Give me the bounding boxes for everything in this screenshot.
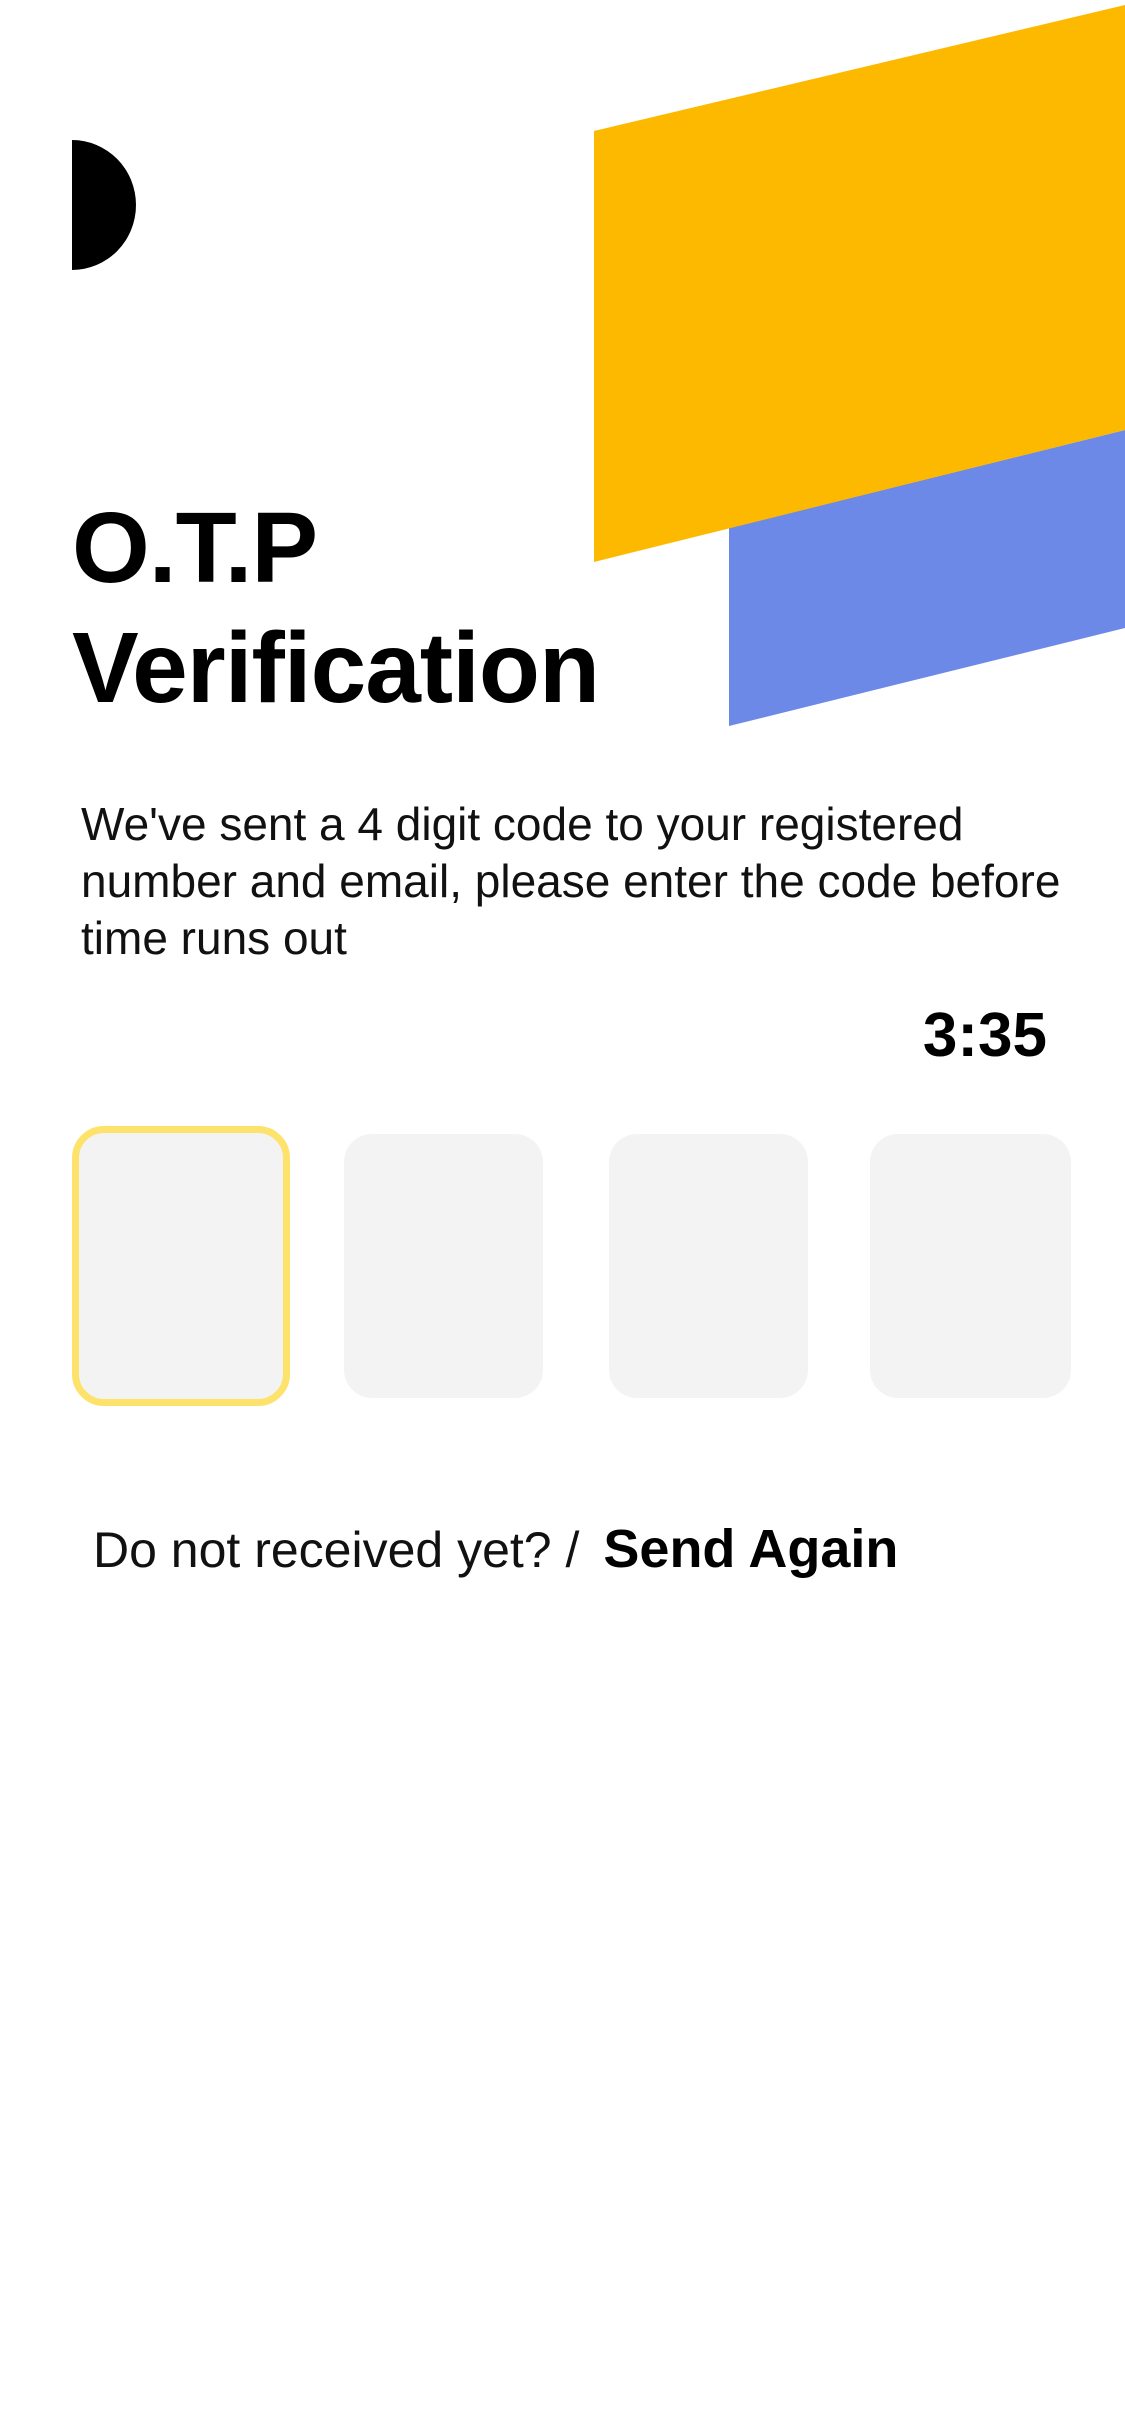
resend-row: Do not received yet? / Send Again bbox=[93, 1514, 898, 1585]
otp-digit-1[interactable] bbox=[72, 1126, 290, 1406]
half-circle-logo-icon bbox=[72, 140, 136, 270]
otp-digit-2[interactable] bbox=[344, 1134, 543, 1398]
otp-digit-4[interactable] bbox=[870, 1134, 1071, 1398]
otp-digit-3[interactable] bbox=[609, 1134, 808, 1398]
countdown-timer: 3:35 bbox=[922, 1001, 1047, 1070]
resend-prompt: Do not received yet? / bbox=[93, 1522, 580, 1578]
send-again-link[interactable]: Send Again bbox=[603, 1519, 898, 1579]
page-title: O.T.P Verification bbox=[72, 488, 692, 728]
title-line-2: Verification bbox=[72, 612, 600, 724]
title-line-1: O.T.P bbox=[72, 492, 318, 604]
instruction-text: We've sent a 4 digit code to your regist… bbox=[81, 798, 1061, 964]
